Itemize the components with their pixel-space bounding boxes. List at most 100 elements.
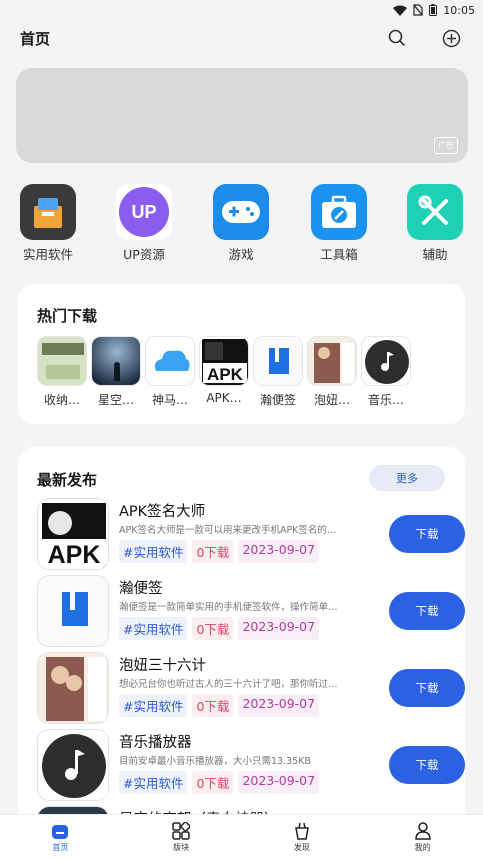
download-button[interactable]: 下载 xyxy=(389,746,465,784)
app-thumbnail xyxy=(37,729,109,801)
app-tags: #实用软件 0下载 2023-09-07 xyxy=(119,771,320,794)
hot-item[interactable]: 瀚便签 xyxy=(253,336,303,408)
category-games[interactable]: 游戏 xyxy=(206,184,276,263)
app-description: 瀚便签是一款简单实用的手机便签软件，操作简单… xyxy=(119,602,338,613)
app-thumbnail xyxy=(145,336,195,386)
search-icon xyxy=(388,29,406,47)
hot-downloads-card: 热门下载 收纳… 星空… 神马… APK APK… 瀚便签 泡妞… 音乐… xyxy=(18,284,465,424)
hot-item-label: 神马… xyxy=(151,393,188,407)
category-practical-software[interactable]: 实用软件 xyxy=(13,184,83,263)
category-label: 工具箱 xyxy=(320,247,358,262)
date-tag: 2023-09-07 xyxy=(238,540,320,563)
app-thumbnail: APK xyxy=(199,336,249,386)
category-label: 辅助 xyxy=(422,247,448,262)
svg-text:UP: UP xyxy=(131,202,156,222)
app-list-item[interactable]: APK APK签名大师 APK签名大师是一款可以用来更改手机APK签名的… #实… xyxy=(37,498,465,570)
app-description: 目前安卓最小音乐播放器，大小只需13.35KB xyxy=(119,756,311,767)
nav-mine[interactable]: 我的 xyxy=(362,815,483,860)
ad-label: 广告 xyxy=(434,137,458,154)
app-thumbnail xyxy=(37,336,87,386)
add-button[interactable] xyxy=(439,26,463,50)
app-thumbnail: APK xyxy=(37,498,109,570)
status-time: 10:05 xyxy=(443,3,475,17)
status-bar: 10:05 xyxy=(0,0,483,20)
app-name: APK签名大师 xyxy=(119,504,206,520)
app-name: 泡妞三十六计 xyxy=(119,658,206,674)
app-list-item[interactable]: 瀚便签 瀚便签是一款简单实用的手机便签软件，操作简单… #实用软件 0下载 20… xyxy=(37,575,465,647)
category-row: 实用软件 UP UP资源 游戏 工具箱 辅助 xyxy=(0,184,483,264)
download-count-tag: 0下载 xyxy=(192,617,234,640)
download-button[interactable]: 下载 xyxy=(389,515,465,553)
svg-text:APK: APK xyxy=(48,541,101,569)
date-tag: 2023-09-07 xyxy=(238,694,320,717)
date-tag: 2023-09-07 xyxy=(238,771,320,794)
download-button[interactable]: 下载 xyxy=(389,592,465,630)
hot-item[interactable]: 泡妞… xyxy=(307,336,357,408)
app-tags: #实用软件 0下载 2023-09-07 xyxy=(119,694,320,717)
category-label: UP资源 xyxy=(123,247,165,262)
no-sim-icon xyxy=(413,4,423,16)
nav-label: 版块 xyxy=(173,843,190,852)
top-bar: 首页 xyxy=(0,20,483,56)
hot-downloads-title: 热门下载 xyxy=(37,307,98,325)
battery-icon xyxy=(429,4,438,16)
app-description: 想必兄台你也听过古人的三十六计了吧，那你听过… xyxy=(119,679,338,690)
app-list-item[interactable]: 音乐播放器 目前安卓最小音乐播放器，大小只需13.35KB #实用软件 0下载 … xyxy=(37,729,465,801)
hot-item[interactable]: 星空… xyxy=(91,336,141,408)
plus-circle-icon xyxy=(442,29,460,47)
page-title: 首页 xyxy=(20,29,51,48)
hot-item-label: 瀚便签 xyxy=(259,393,296,407)
app-thumbnail xyxy=(37,575,109,647)
nav-discover[interactable]: 发现 xyxy=(242,815,363,860)
latest-releases-title: 最新发布 xyxy=(37,471,98,489)
category-label: 游戏 xyxy=(228,247,254,262)
search-button[interactable] xyxy=(385,26,409,50)
category-tag[interactable]: #实用软件 xyxy=(119,694,188,717)
app-thumbnail xyxy=(253,336,303,386)
app-thumbnail xyxy=(307,336,357,386)
nav-label: 我的 xyxy=(414,843,431,852)
app-tags: #实用软件 0下载 2023-09-07 xyxy=(119,540,320,563)
nav-sections[interactable]: 版块 xyxy=(121,815,242,860)
app-name: 瀚便签 xyxy=(119,581,163,597)
more-button[interactable]: 更多 xyxy=(369,465,445,491)
hot-item-label: 音乐… xyxy=(367,393,404,407)
nav-label: 首页 xyxy=(52,843,69,852)
hot-downloads-list: 收纳… 星空… 神马… APK APK… 瀚便签 泡妞… 音乐… xyxy=(37,336,411,408)
home-icon xyxy=(52,825,69,839)
category-tag[interactable]: #实用软件 xyxy=(119,771,188,794)
app-list-item[interactable]: 泡妞三十六计 想必兄台你也听过古人的三十六计了吧，那你听过… #实用软件 0下载… xyxy=(37,652,465,724)
user-icon xyxy=(414,822,431,840)
hot-item[interactable]: APK APK… xyxy=(199,336,249,408)
app-thumbnail xyxy=(37,652,109,724)
nav-home[interactable]: 首页 xyxy=(0,815,121,860)
hot-item[interactable]: 音乐… xyxy=(361,336,411,408)
hot-item[interactable]: 收纳… xyxy=(37,336,87,408)
svg-text:APK: APK xyxy=(207,365,244,384)
download-button[interactable]: 下载 xyxy=(389,669,465,707)
app-thumbnail xyxy=(361,336,411,386)
hot-item-label: APK… xyxy=(206,391,242,405)
category-label: 实用软件 xyxy=(22,247,73,262)
wifi-icon xyxy=(393,5,408,16)
date-tag: 2023-09-07 xyxy=(238,617,320,640)
latest-releases-card: 最新发布 更多 APK APK签名大师 APK签名大师是一款可以用来更改手机AP… xyxy=(18,447,465,860)
toolbox-icon xyxy=(20,184,76,240)
hot-item-label: 收纳… xyxy=(43,393,80,407)
category-tag[interactable]: #实用软件 xyxy=(119,540,188,563)
up-icon: UP xyxy=(116,184,172,240)
category-tag[interactable]: #实用软件 xyxy=(119,617,188,640)
download-count-tag: 0下载 xyxy=(192,771,234,794)
tool-case-icon xyxy=(311,184,367,240)
category-up-resources[interactable]: UP UP资源 xyxy=(109,184,179,263)
app-name: 音乐播放器 xyxy=(119,735,192,751)
category-assist[interactable]: 辅助 xyxy=(400,184,470,263)
app-description: APK签名大师是一款可以用来更改手机APK签名的… xyxy=(119,525,337,536)
gamepad-icon xyxy=(213,184,269,240)
category-toolbox[interactable]: 工具箱 xyxy=(304,184,374,263)
hot-item-label: 星空… xyxy=(97,393,134,407)
hot-item[interactable]: 神马… xyxy=(145,336,195,408)
hot-item-label: 泡妞… xyxy=(313,393,350,407)
ad-banner[interactable]: 广告 xyxy=(16,68,468,163)
bottom-nav: 首页 版块 发现 我的 xyxy=(0,814,483,860)
